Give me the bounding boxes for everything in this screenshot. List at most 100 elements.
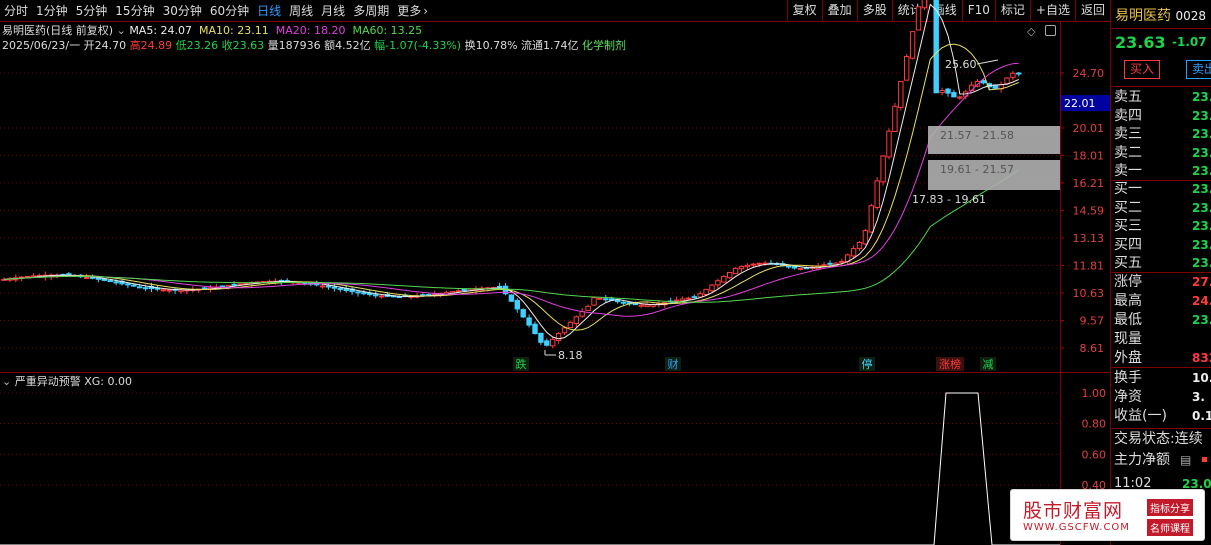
price-chart[interactable]: 24.70 20.01 18.01 16.21 14.59 13.13 11.81 10.63…	[0, 0, 1110, 545]
candle-body	[83, 276, 90, 279]
price-axis-label: 20.01	[1073, 122, 1105, 135]
candle-body	[886, 130, 892, 158]
candle-body	[508, 294, 515, 302]
candle-body	[113, 281, 119, 284]
event-marker[interactable]: 涨榜	[939, 357, 961, 371]
candle-body	[160, 289, 167, 292]
price-axis-label: 8.61	[1080, 342, 1105, 355]
quote-row: 买一23.	[1114, 181, 1211, 197]
sub-axis-label: 1.00	[1082, 387, 1107, 400]
pane-divider[interactable]	[0, 372, 1110, 373]
candle-body	[756, 262, 762, 265]
candle-body	[744, 264, 751, 268]
price-axis-label: 18.01	[1073, 149, 1105, 162]
candle-body	[797, 267, 804, 270]
candle-body	[142, 287, 149, 290]
candle-body	[939, 89, 945, 94]
price-axis-label: 10.63	[1073, 287, 1105, 300]
candle-body	[591, 297, 597, 306]
candle-body	[933, 0, 939, 94]
price-axis-label: 11.81	[1073, 260, 1105, 273]
quote-row: 换手10.7	[1114, 370, 1211, 386]
low-price-mark: 8.18	[558, 349, 583, 362]
candle-body	[703, 288, 709, 296]
candle-body	[892, 105, 898, 133]
sub-axis-label: 0.60	[1082, 448, 1107, 461]
candle-body	[597, 297, 603, 300]
candle-body	[219, 285, 226, 288]
event-marker[interactable]: 跌	[516, 357, 527, 371]
indicator-header: ⌄ 严重异动预警 XG: 0.00	[2, 373, 132, 389]
quote-row: 收益(一) 0.1	[1114, 408, 1211, 424]
candle-body	[496, 285, 503, 289]
buy-button[interactable]: 买入	[1124, 60, 1160, 79]
sell-button[interactable]: 卖出	[1186, 60, 1211, 79]
candle-body	[125, 283, 131, 286]
candle-body	[201, 287, 208, 290]
watermark-badge-course: 名师课程	[1147, 519, 1193, 536]
candle-body	[603, 298, 609, 301]
candle-body	[750, 263, 756, 266]
candle-body	[331, 286, 338, 289]
candle-body	[567, 321, 574, 329]
candle-body	[697, 293, 703, 298]
candle-body	[555, 333, 562, 342]
gap-label: 21.57 - 21.58	[940, 129, 1014, 142]
candle-body	[378, 295, 385, 298]
candle-body	[909, 31, 916, 59]
candle-body	[1004, 77, 1010, 85]
net-indicator	[1202, 457, 1207, 462]
main-net-row: 主力净额 ▤	[1114, 451, 1211, 469]
candle-body	[980, 80, 987, 84]
quote-row: 最低23.	[1114, 312, 1211, 328]
candle-body	[561, 327, 568, 334]
quote-row: 现量	[1114, 331, 1142, 347]
quote-row: 外盘832	[1114, 350, 1211, 366]
gap-label: 19.61 - 21.57	[940, 163, 1014, 176]
candle-body	[732, 267, 739, 275]
quote-row: 卖四23.	[1114, 107, 1211, 124]
candle-body	[373, 294, 379, 297]
candle-body	[620, 301, 627, 304]
indicator-value: XG: 0.00	[84, 375, 132, 388]
candle-body	[898, 80, 904, 109]
event-marker[interactable]: 减	[983, 358, 994, 371]
ma20-line	[3, 62, 1019, 317]
candle-body	[632, 302, 638, 306]
quote-row: 最高24.	[1114, 293, 1211, 309]
candle-body	[738, 266, 745, 270]
list-icon[interactable]: ▤	[1180, 451, 1191, 469]
candle-body	[544, 340, 550, 346]
event-marker[interactable]: 财	[668, 357, 679, 371]
candle-body	[957, 96, 963, 99]
price-axis-label: 16.21	[1073, 177, 1105, 190]
candle-body	[166, 289, 172, 292]
candle-body	[968, 84, 975, 91]
candle-body	[137, 286, 143, 289]
quote-row: 卖二23.	[1114, 144, 1211, 161]
indicator-name: 严重异动预警	[14, 375, 81, 388]
current-price-label: 22.01	[1064, 97, 1096, 110]
quote-row: 买三23.	[1114, 218, 1211, 234]
candle-body	[455, 290, 462, 293]
candle-body	[1010, 72, 1016, 78]
candle-body	[679, 298, 686, 302]
candle-body	[337, 287, 344, 290]
candle-body	[951, 92, 957, 98]
candle-body	[709, 284, 715, 292]
panel-change: -1.07	[1172, 35, 1207, 49]
panel-stock-title: 易明医药 0028	[1115, 8, 1206, 24]
candle-body	[850, 248, 857, 257]
site-watermark: 股市财富网 WWW.GSCFW.COM 指标分享 名师课程	[1010, 489, 1205, 541]
candle-body	[874, 180, 880, 208]
candle-body	[673, 299, 680, 302]
trade-status: 交易状态:连续	[1114, 431, 1203, 447]
candle-body	[131, 284, 137, 287]
candle-body	[945, 88, 951, 94]
indicator-menu-icon[interactable]: ⌄	[2, 375, 11, 388]
candle-body	[526, 317, 532, 326]
candle-body	[638, 304, 644, 307]
candle-body	[355, 291, 361, 294]
event-marker[interactable]: 停	[862, 357, 873, 371]
gap-label: 17.83 - 19.61	[912, 193, 986, 206]
